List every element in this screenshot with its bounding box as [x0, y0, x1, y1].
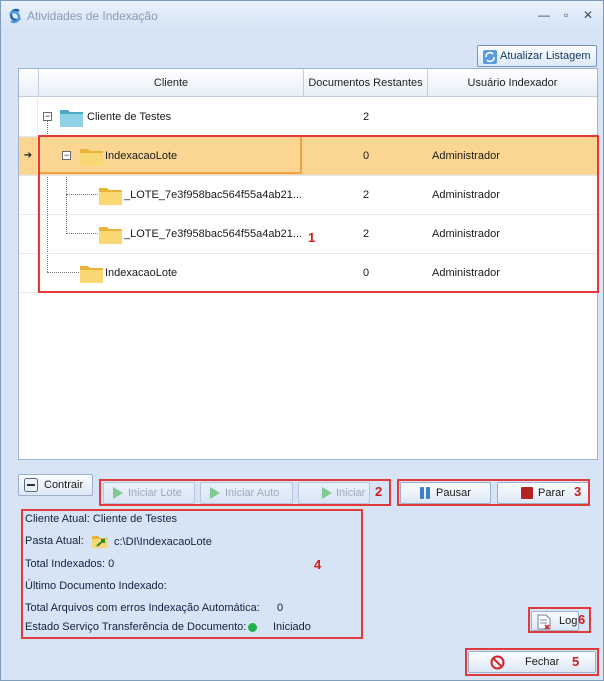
grid-header: Cliente Documentos Restantes Usuário Ind… [19, 69, 597, 97]
maximize-icon[interactable]: ▫ [557, 7, 575, 23]
collapse-icon[interactable]: − [62, 151, 71, 160]
log-label: Log [559, 615, 578, 627]
start-batch-button[interactable]: Iniciar Lote [103, 482, 195, 504]
current-row-arrow-icon: ➔ [19, 137, 38, 175]
row-docs-remaining: 2 [362, 189, 370, 201]
play-icon [210, 487, 220, 499]
folder-icon [99, 227, 122, 244]
collapse-icon[interactable]: − [43, 112, 52, 121]
row-indicator [19, 254, 38, 292]
log-document-icon [537, 614, 551, 630]
row-indexer-user: Administrador [432, 228, 500, 240]
refresh-list-label: Atualizar Listagem [500, 50, 591, 62]
start-batch-label: Iniciar Lote [128, 487, 182, 499]
close-icon[interactable]: ✕ [579, 7, 597, 23]
total-indexed: Total Indexados: 0 [25, 558, 115, 570]
row-indexer-user: Administrador [432, 267, 500, 279]
column-header-documentos[interactable]: Documentos Restantes [304, 69, 428, 97]
row-indicator [19, 98, 38, 136]
column-header-cliente[interactable]: Cliente [39, 69, 304, 97]
title-bar: Atividades de Indexação — ▫ ✕ [1, 1, 603, 31]
transfer-service-status-label: Estado Serviço Transferência de Document… [25, 621, 247, 633]
play-icon [113, 487, 123, 499]
row-indicator [19, 215, 38, 253]
row-docs-remaining: 0 [362, 267, 370, 279]
row-docs-remaining: 0 [362, 150, 370, 162]
current-folder-label: Pasta Atual: [25, 535, 84, 547]
current-client: Cliente Atual: Cliente de Testes [25, 513, 178, 525]
table-row[interactable]: IndexacaoLote 0 Administrador [19, 254, 597, 293]
header-indicator-cell [19, 69, 39, 97]
stop-icon [521, 487, 533, 499]
current-folder-value: c:\DI\IndexacaoLote [114, 536, 212, 548]
row-client-name: IndexacaoLote [105, 150, 178, 162]
auto-index-errors-label: Total Arquivos com erros Indexação Autom… [25, 602, 260, 614]
folder-link-icon [92, 536, 108, 548]
pause-label: Pausar [436, 487, 471, 499]
play-icon [322, 487, 332, 499]
annotation-number-3: 3 [574, 484, 582, 499]
refresh-list-button[interactable]: Atualizar Listagem [477, 45, 597, 67]
indexing-activities-window: Atividades de Indexação — ▫ ✕ Atualizar … [0, 0, 604, 681]
annotation-number-1: 1 [308, 230, 316, 245]
collapse-button[interactable]: Contrair [18, 474, 93, 496]
row-docs-remaining: 2 [362, 228, 370, 240]
row-client-name: _LOTE_7e3f958bac564f55a4ab21... [124, 228, 302, 240]
start-auto-label: Iniciar Auto [225, 487, 280, 499]
pause-icon [420, 487, 430, 499]
app-logo-icon [9, 8, 21, 24]
close-label: Fechar [525, 656, 560, 668]
row-indexer-user: Administrador [432, 150, 500, 162]
row-client-name: Cliente de Testes [87, 111, 172, 123]
table-row[interactable]: _LOTE_7e3f958bac564f55a4ab21... 2 Admini… [19, 176, 597, 215]
folder-icon [80, 266, 103, 283]
collapse-tree-icon [24, 478, 38, 492]
annotation-number-2: 2 [375, 484, 383, 499]
transfer-service-status-value: Iniciado [273, 621, 311, 633]
row-indexer-user: Administrador [432, 189, 500, 201]
folder-icon [99, 188, 122, 205]
start-label: Iniciar [336, 487, 366, 499]
annotation-number-4: 4 [314, 557, 322, 572]
row-indicator [19, 176, 38, 214]
auto-index-errors-value: 0 [277, 602, 284, 614]
row-docs-remaining: 2 [362, 111, 370, 123]
pause-button[interactable]: Pausar [400, 482, 491, 504]
prohibited-icon [490, 655, 505, 670]
column-header-usuario[interactable]: Usuário Indexador [428, 69, 597, 97]
status-green-icon [248, 623, 257, 632]
window-title: Atividades de Indexação [27, 9, 158, 23]
table-row[interactable]: ➔ − IndexacaoLote 0 Administrador [19, 137, 597, 176]
log-button[interactable]: Log [531, 611, 579, 631]
last-indexed-document: Último Documento Indexado: [25, 580, 167, 592]
folder-icon [80, 149, 103, 166]
collapse-label: Contrair [44, 479, 84, 491]
row-client-name: _LOTE_7e3f958bac564f55a4ab21... [124, 189, 302, 201]
client-folder-icon [60, 110, 83, 127]
annotation-number-6: 6 [578, 612, 586, 627]
row-client-name: IndexacaoLote [105, 267, 178, 279]
indexing-grid: Cliente Documentos Restantes Usuário Ind… [18, 68, 598, 460]
start-auto-button[interactable]: Iniciar Auto [200, 482, 293, 504]
refresh-icon [483, 50, 497, 64]
annotation-number-5: 5 [572, 654, 580, 669]
row-indexer-user [432, 98, 597, 136]
annotation-box-4 [21, 509, 363, 639]
table-row[interactable]: − Cliente de Testes 2 [19, 98, 597, 137]
start-button[interactable]: Iniciar [298, 482, 370, 504]
minimize-icon[interactable]: — [535, 7, 553, 23]
stop-label: Parar [538, 487, 565, 499]
